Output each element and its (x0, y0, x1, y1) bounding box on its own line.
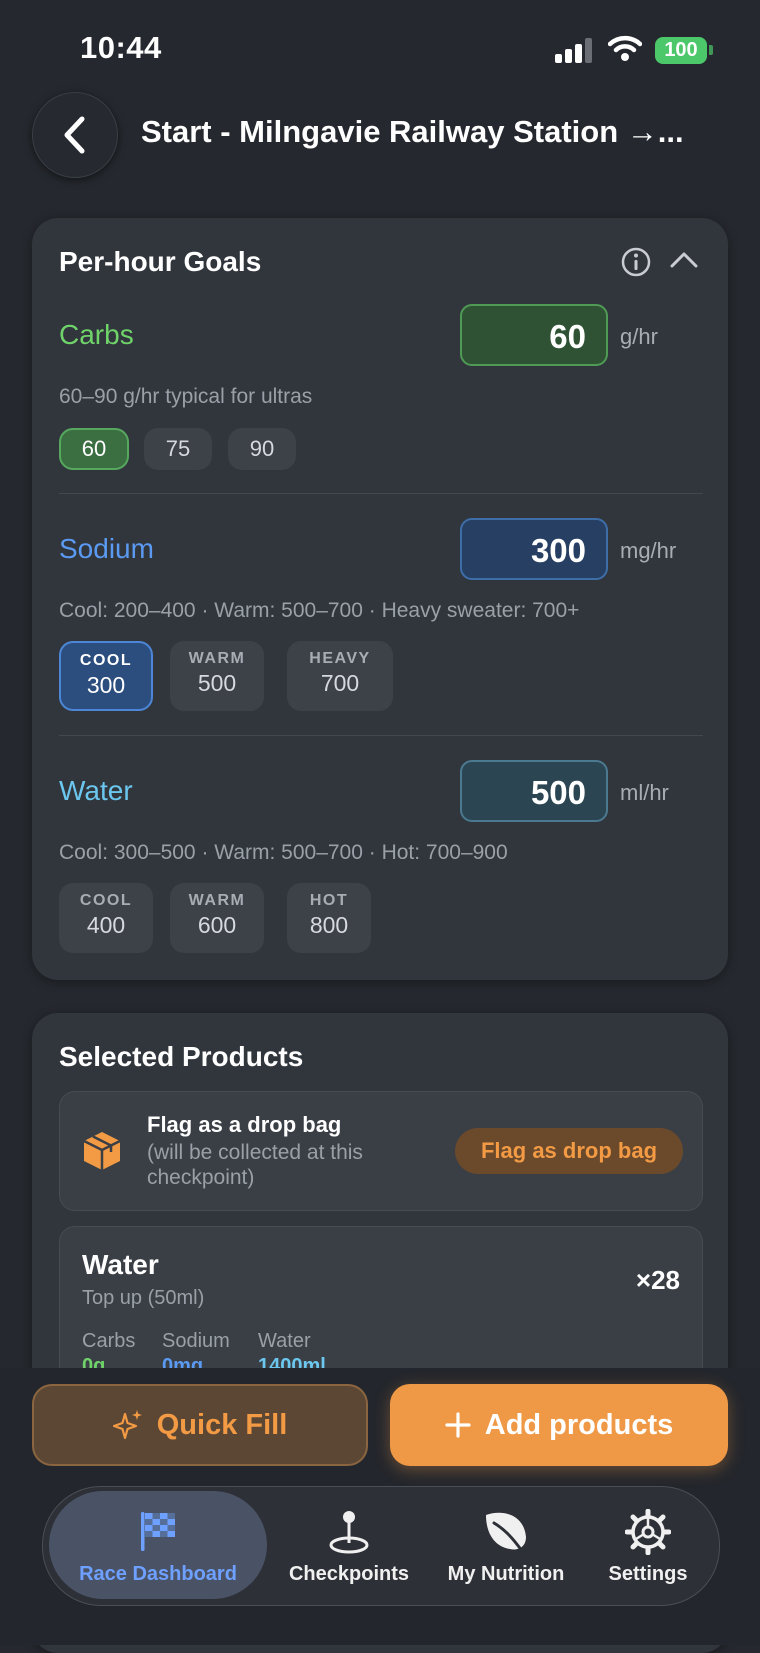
sodium-unit: mg/hr (620, 538, 677, 563)
tab-label: Race Dashboard (79, 1563, 237, 1585)
info-icon[interactable] (620, 246, 652, 278)
chip-key: HEAVY (309, 650, 371, 667)
battery-nub (709, 45, 713, 55)
goals-title: Per-hour Goals (59, 246, 262, 277)
carbs-label: Carbs (59, 319, 134, 350)
plus-icon (445, 1412, 471, 1438)
quick-fill-button[interactable]: Quick Fill (32, 1384, 368, 1466)
products-title: Selected Products (59, 1041, 304, 1072)
sodium-label: Sodium (59, 533, 154, 564)
carbs-chip-90[interactable]: 90 (228, 428, 296, 470)
gear-icon (625, 1509, 671, 1555)
tab-race-dashboard[interactable]: Race Dashboard (49, 1491, 267, 1599)
water-chip-warm[interactable]: WARM 600 (170, 883, 264, 953)
divider (59, 493, 703, 494)
water-hint: Cool: 300–500 · Warm: 500–700 · Hot: 700… (59, 841, 508, 864)
sodium-stat-label: Sodium (162, 1330, 230, 1352)
chevron-left-icon (64, 116, 85, 154)
status-bar: 10:44 100 (0, 0, 760, 100)
tab-label: My Nutrition (447, 1563, 565, 1585)
drop-bag-row: Flag as a drop bag (will be collected at… (59, 1091, 703, 1211)
tab-checkpoints[interactable]: Checkpoints (269, 1491, 429, 1599)
battery-indicator: 100 (655, 37, 707, 64)
product-quantity: ×28 (635, 1265, 680, 1295)
water-unit: ml/hr (620, 780, 669, 805)
tab-my-nutrition[interactable]: My Nutrition (431, 1491, 581, 1599)
product-name: Water (82, 1249, 159, 1280)
chip-key: WARM (188, 892, 246, 909)
carbs-chip-75[interactable]: 75 (144, 428, 212, 470)
sparkles-icon (112, 1410, 142, 1440)
water-label: Water (59, 775, 133, 806)
sodium-chip-warm[interactable]: WARM 500 (170, 641, 264, 711)
sodium-chip-heavy[interactable]: HEAVY 700 (287, 641, 393, 711)
water-stat-label: Water (258, 1330, 311, 1352)
map-pin-icon (329, 1511, 369, 1554)
drop-bag-title: Flag as a drop bag (147, 1112, 342, 1137)
checkered-flag-icon (141, 1512, 175, 1551)
divider (59, 735, 703, 736)
chip-value: 800 (309, 912, 349, 938)
carbs-unit: g/hr (620, 324, 658, 349)
add-products-label: Add products (484, 1408, 674, 1441)
tab-bar: Race Dashboard Checkpoints My Nutrition (42, 1486, 720, 1606)
flag-drop-bag-button[interactable]: Flag as drop bag (455, 1128, 683, 1174)
chevron-up-icon[interactable] (669, 250, 699, 270)
chip-key: HOT (309, 892, 349, 909)
water-chip-hot[interactable]: HOT 800 (287, 883, 371, 953)
status-time: 10:44 (80, 30, 162, 65)
chip-value: 600 (197, 912, 237, 938)
chip-value: 500 (197, 670, 237, 696)
sodium-chip-cool[interactable]: COOL 300 (59, 641, 153, 711)
chip-value: 700 (320, 670, 360, 696)
carbs-chip-60[interactable]: 60 (59, 428, 129, 470)
chip-key: WARM (188, 650, 246, 667)
chip-value: 400 (86, 912, 126, 938)
water-input[interactable]: 500 (460, 760, 608, 822)
carbs-stat-label: Carbs (82, 1330, 136, 1352)
chip-value: 300 (86, 672, 126, 698)
tab-label: Settings (608, 1563, 688, 1585)
carbs-hint: 60–90 g/hr typical for ultras (59, 385, 313, 408)
carbs-input[interactable]: 60 (460, 304, 608, 366)
quick-fill-label: Quick Fill (156, 1408, 288, 1441)
sodium-hint: Cool: 200–400 · Warm: 500–700 · Heavy sw… (59, 599, 580, 622)
product-subtitle: Top up (50ml) (82, 1287, 205, 1309)
per-hour-goals-card: Per-hour Goals Carbs 60 g/hr 60–90 g/hr … (32, 218, 728, 980)
water-chip-cool[interactable]: COOL 400 (59, 883, 153, 953)
package-icon (83, 1132, 121, 1170)
tab-settings[interactable]: Settings (583, 1491, 713, 1599)
page-title: Start - Milngavie Railway Station →... (141, 114, 684, 149)
back-button[interactable] (32, 92, 118, 178)
cellular-signal-icon (555, 38, 592, 63)
tab-label: Checkpoints (288, 1563, 410, 1585)
drop-bag-subtitle: (will be collected at this checkpoint) (147, 1141, 363, 1189)
chip-key: COOL (79, 652, 133, 669)
leaf-icon (486, 1512, 526, 1553)
chip-key: COOL (79, 892, 133, 909)
add-products-button[interactable]: Add products (390, 1384, 728, 1466)
sodium-input[interactable]: 300 (460, 518, 608, 580)
wifi-icon (608, 35, 642, 61)
